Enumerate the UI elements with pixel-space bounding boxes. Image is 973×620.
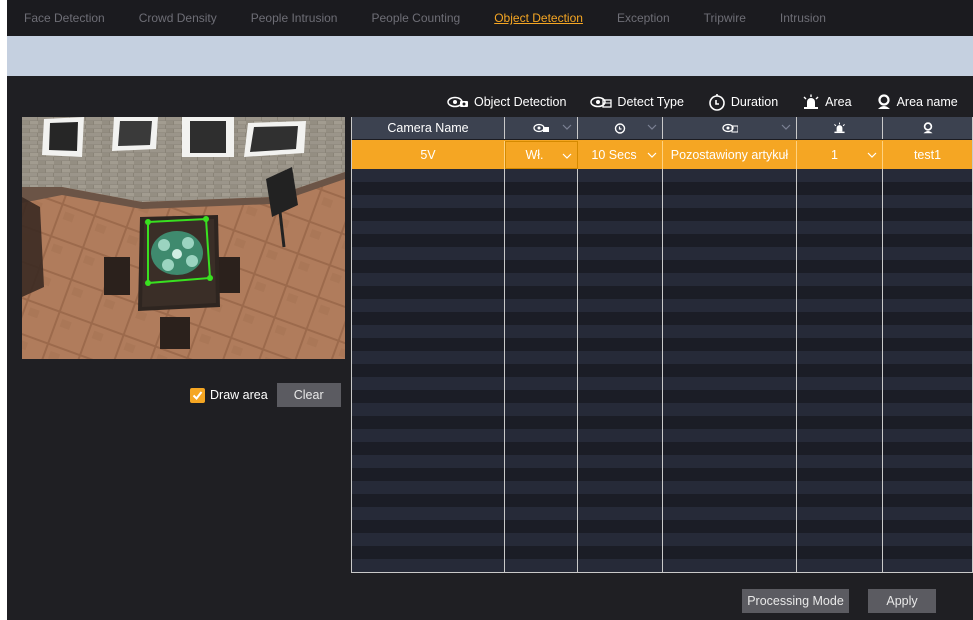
eye-camera-icon (447, 96, 468, 108)
legend-object-detection: Object Detection (447, 95, 566, 109)
table-empty-rows (352, 169, 972, 572)
draw-area-controls: Draw area Clear (190, 383, 341, 407)
timer-icon (614, 123, 626, 134)
chevron-down-icon (867, 152, 877, 158)
cell-area-name[interactable]: test1 (883, 141, 972, 169)
chevron-down-icon (647, 124, 657, 130)
chevron-down-icon (562, 124, 572, 130)
alarm-area-icon (834, 122, 845, 134)
header-detect-type[interactable] (663, 117, 797, 139)
table-row[interactable]: 5V Wł. 10 Secs Pozostawiony artykuł 1 te… (352, 140, 972, 169)
draw-area-label: Draw area (210, 388, 268, 402)
tab-tripwire[interactable]: Tripwire (687, 0, 763, 36)
cell-camera-name: 5V (352, 141, 505, 169)
eye-camera-icon (533, 123, 549, 133)
alarm-area-icon (803, 94, 819, 109)
header-camera-name-label: Camera Name (387, 121, 469, 135)
tab-face-detection[interactable]: Face Detection (7, 0, 122, 36)
cell-area-select[interactable]: 1 (797, 141, 883, 169)
timer-icon (709, 94, 725, 111)
chevron-down-icon (647, 152, 657, 158)
legend-area: Area (802, 94, 852, 110)
eye-box-icon (721, 123, 738, 133)
legend-duration-label: Duration (730, 95, 779, 109)
cell-area-value: 1 (831, 148, 838, 162)
legend-area-name: Area name (876, 94, 958, 110)
cell-duration-value: 10 Secs (591, 148, 637, 162)
detection-table: Camera Name 5V Wł. 10 Secs Pozostawiony … (351, 117, 973, 573)
tab-bar: Face Detection Crowd Density People Intr… (7, 0, 973, 36)
location-pin-icon (923, 122, 932, 134)
cell-duration-select[interactable]: 10 Secs (578, 141, 663, 169)
header-camera-name: Camera Name (352, 117, 505, 139)
tab-people-counting[interactable]: People Counting (354, 0, 477, 36)
draw-area-checkbox[interactable] (190, 387, 205, 403)
legend-object-detection-label: Object Detection (474, 95, 567, 109)
tab-exception[interactable]: Exception (600, 0, 687, 36)
column-legend: Object Detection Detect Type Duration Ar… (447, 92, 958, 112)
app-window: Face Detection Crowd Density People Intr… (7, 0, 973, 620)
info-banner (7, 36, 973, 76)
clear-button[interactable]: Clear (276, 383, 341, 407)
chevron-down-icon (781, 124, 791, 130)
apply-button[interactable]: Apply (868, 589, 936, 613)
legend-duration: Duration (708, 93, 778, 111)
legend-detect-type: Detect Type (590, 95, 684, 109)
header-duration[interactable] (578, 117, 663, 139)
tab-intrusion[interactable]: Intrusion (763, 0, 843, 36)
tab-object-detection[interactable]: Object Detection (477, 0, 600, 36)
chevron-down-icon (562, 153, 572, 159)
location-pin-icon (877, 94, 890, 109)
cell-detect-type-select[interactable]: Pozostawiony artykuł (663, 141, 797, 169)
cell-object-detection-select[interactable]: Wł. (505, 141, 578, 169)
eye-box-icon (590, 96, 613, 108)
processing-mode-button[interactable]: Processing Mode (742, 589, 849, 613)
checkmark-icon (192, 390, 203, 400)
header-object-detection[interactable] (505, 117, 578, 139)
camera-preview[interactable] (22, 117, 345, 359)
header-area[interactable] (797, 117, 883, 139)
legend-detect-type-label: Detect Type (617, 95, 684, 109)
cell-detect-type-value: Pozostawiony artykuł (670, 148, 789, 162)
tab-people-intrusion[interactable]: People Intrusion (234, 0, 355, 36)
legend-area-label: Area (825, 95, 852, 109)
camera-preview-image (22, 117, 345, 359)
cell-object-detection-value: Wł. (525, 148, 544, 162)
table-header: Camera Name (352, 117, 972, 139)
header-area-name (883, 117, 972, 139)
tab-crowd-density[interactable]: Crowd Density (122, 0, 234, 36)
legend-area-name-label: Area name (896, 95, 958, 109)
